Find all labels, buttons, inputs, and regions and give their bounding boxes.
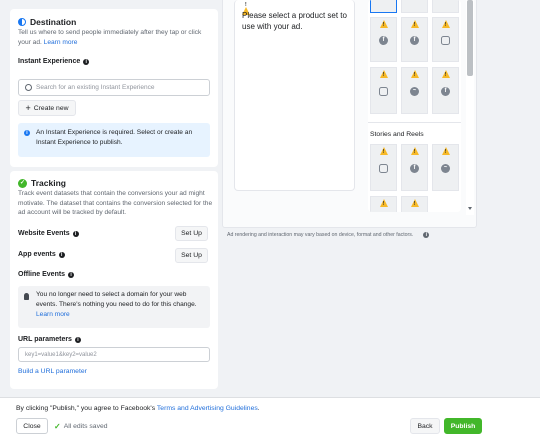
warning-icon bbox=[441, 147, 450, 155]
instagram-icon bbox=[441, 36, 450, 45]
warning-icon bbox=[379, 70, 388, 78]
terms-link[interactable]: Terms and Advertising Guidelines bbox=[157, 405, 258, 412]
website-events-setup-button[interactable]: Set Up bbox=[175, 226, 208, 241]
create-new-button[interactable]: + Create new bbox=[18, 100, 76, 116]
placement-thumb[interactable] bbox=[370, 0, 397, 13]
warning-icon bbox=[441, 70, 450, 78]
warning-icon bbox=[379, 199, 388, 207]
terms-notice: By clicking "Publish," you agree to Face… bbox=[16, 405, 260, 412]
destination-card: Destination Tell us where to send people… bbox=[10, 9, 218, 167]
save-status: ✓ All edits saved bbox=[54, 422, 108, 431]
tracking-title: Tracking bbox=[31, 178, 66, 188]
info-icon: i bbox=[83, 58, 90, 65]
warning-icon bbox=[410, 20, 419, 28]
check-circle-icon: ✓ bbox=[18, 178, 27, 188]
warning-icon bbox=[441, 20, 450, 28]
placement-thumb-instagram[interactable] bbox=[370, 144, 397, 191]
placement-thumb-instagram[interactable] bbox=[370, 67, 397, 114]
back-button[interactable]: Back bbox=[410, 418, 440, 434]
placement-thumb-messenger[interactable]: ~ bbox=[401, 67, 428, 114]
ad-preview-frame: Please select a product set to use with … bbox=[234, 0, 355, 191]
facebook-icon: f bbox=[410, 36, 419, 45]
build-url-parameter-link[interactable]: Build a URL parameter bbox=[18, 368, 87, 375]
offline-learn-more-link[interactable]: Learn more bbox=[36, 311, 70, 318]
warning-icon bbox=[410, 147, 419, 155]
info-icon: i bbox=[423, 232, 430, 238]
messenger-icon: ~ bbox=[410, 87, 419, 96]
facebook-icon: f bbox=[379, 36, 388, 45]
lightbulb-icon bbox=[24, 293, 29, 300]
preview-message: Please select a product set to use with … bbox=[242, 11, 347, 31]
placement-thumb[interactable] bbox=[401, 0, 428, 13]
placement-thumb-facebook[interactable]: f bbox=[370, 17, 397, 62]
instagram-icon bbox=[379, 87, 388, 96]
placements-panel: f f ~ f Stories and Reels f ~ f bbox=[368, 0, 461, 212]
footer-bar: By clicking "Publish," you agree to Face… bbox=[0, 397, 540, 440]
warning-icon bbox=[379, 147, 388, 155]
placements-divider bbox=[368, 122, 461, 123]
instant-experience-label: Instant Experience i bbox=[18, 58, 90, 65]
placement-thumb-instagram[interactable] bbox=[432, 17, 459, 62]
search-icon bbox=[25, 84, 32, 91]
url-parameters-input[interactable]: key1=value1&key2=value2 bbox=[18, 347, 210, 362]
close-button[interactable]: Close bbox=[16, 418, 48, 434]
app-events-label: App events i bbox=[18, 251, 65, 258]
tracking-description: Track event datasets that contain the co… bbox=[18, 190, 213, 216]
tracking-header: ✓ Tracking bbox=[18, 178, 66, 188]
instant-experience-notice: i An Instant Experience is required. Sel… bbox=[18, 123, 210, 157]
destination-description: Tell us where to send people immediately… bbox=[18, 29, 202, 46]
scroll-down-arrow-icon[interactable] bbox=[468, 207, 472, 210]
placement-thumb-facebook[interactable]: f bbox=[401, 17, 428, 62]
half-circle-icon bbox=[18, 18, 26, 26]
placement-thumb-facebook[interactable]: f bbox=[401, 196, 428, 212]
warning-icon bbox=[379, 20, 388, 28]
placement-thumb[interactable] bbox=[432, 0, 459, 13]
tracking-card: ✓ Tracking Track event datasets that con… bbox=[10, 171, 218, 389]
info-icon: i bbox=[74, 336, 81, 343]
destination-title: Destination bbox=[30, 17, 77, 27]
offline-events-label: Offline Events i bbox=[18, 271, 75, 278]
learn-more-link[interactable]: Learn more bbox=[44, 39, 78, 46]
preview-disclaimer: Ad rendering and interaction may vary ba… bbox=[227, 232, 430, 238]
facebook-icon: f bbox=[441, 87, 450, 96]
stories-reels-heading: Stories and Reels bbox=[370, 131, 424, 138]
info-icon: i bbox=[58, 251, 65, 258]
info-icon: i bbox=[24, 130, 30, 136]
scrollbar-thumb[interactable] bbox=[467, 0, 473, 76]
info-icon: i bbox=[68, 271, 75, 278]
messenger-icon: ~ bbox=[441, 164, 450, 173]
facebook-icon: f bbox=[410, 164, 419, 173]
warning-icon bbox=[410, 70, 419, 78]
publish-button[interactable]: Publish bbox=[444, 418, 482, 434]
info-icon: i bbox=[72, 230, 79, 237]
warning-icon bbox=[410, 199, 419, 207]
instagram-icon bbox=[379, 164, 388, 173]
destination-header: Destination bbox=[18, 17, 76, 27]
instant-experience-search[interactable]: Search for an existing Instant Experienc… bbox=[18, 79, 210, 96]
app-events-setup-button[interactable]: Set Up bbox=[175, 248, 208, 263]
placements-scrollbar[interactable] bbox=[466, 0, 474, 215]
checkmark-icon: ✓ bbox=[54, 422, 61, 431]
placement-thumb-facebook[interactable]: f bbox=[401, 144, 428, 191]
placement-thumb-facebook[interactable]: f bbox=[432, 67, 459, 114]
website-events-label: Website Events i bbox=[18, 230, 79, 237]
url-parameters-label: URL parameters i bbox=[18, 336, 81, 343]
plus-icon: + bbox=[25, 102, 31, 113]
offline-events-notice: You no longer need to select a domain fo… bbox=[18, 286, 210, 328]
placement-thumb-messenger[interactable]: ~ bbox=[432, 144, 459, 191]
placement-thumb-instagram[interactable] bbox=[370, 196, 397, 212]
